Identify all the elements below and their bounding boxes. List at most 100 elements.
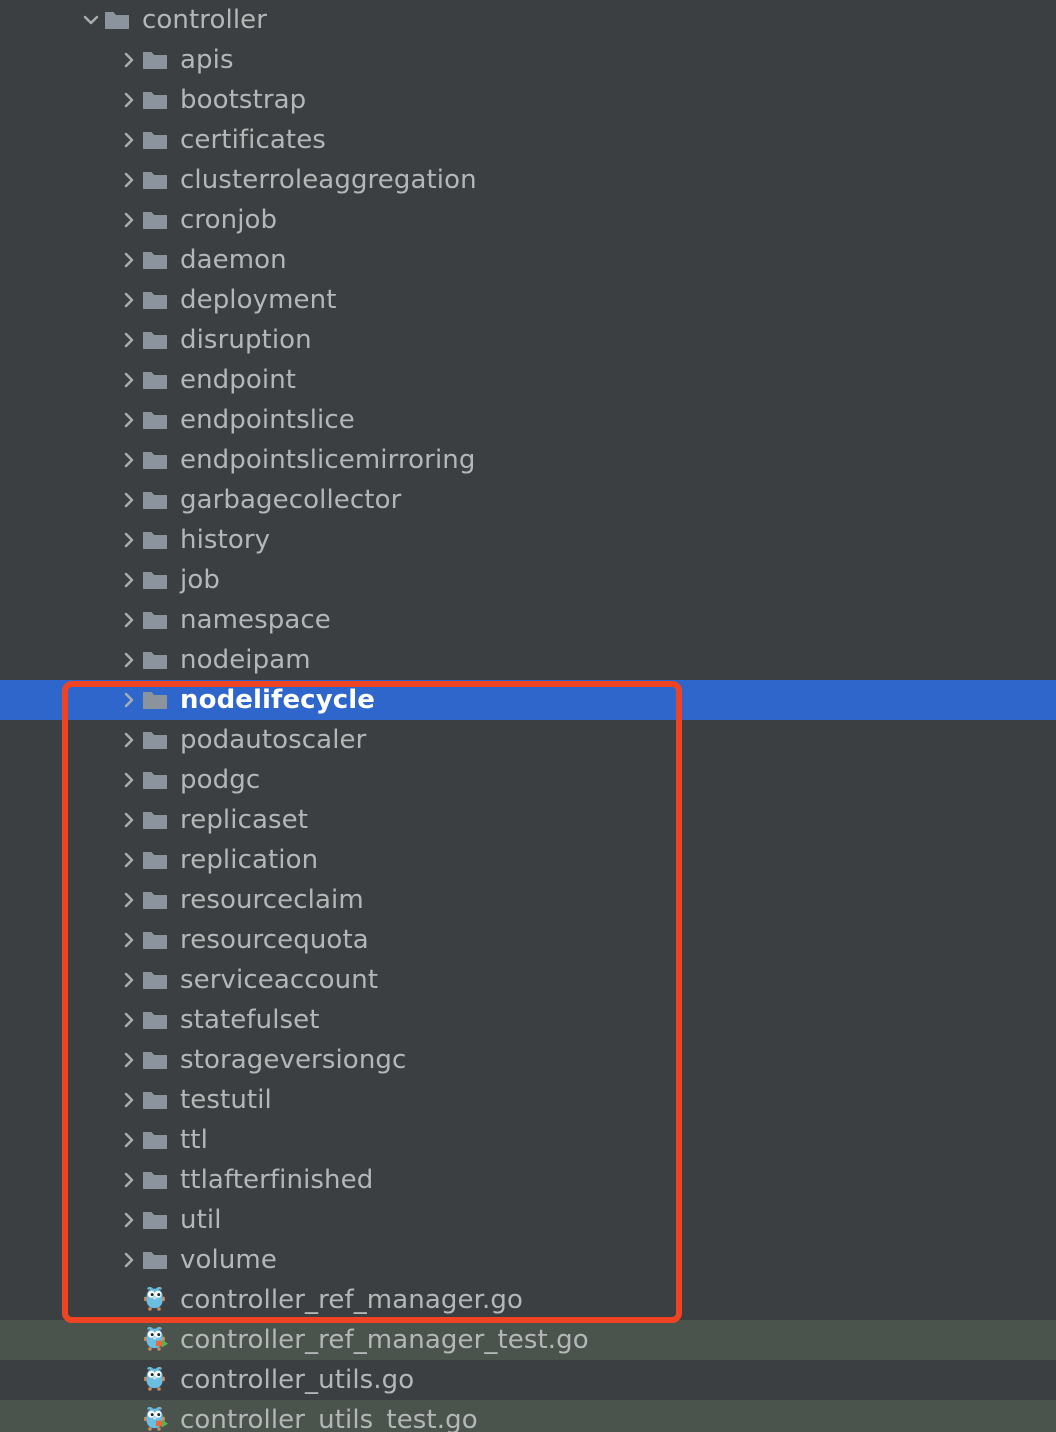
tree-row[interactable]: statefulset — [0, 1000, 1056, 1040]
tree-row[interactable]: podgc — [0, 760, 1056, 800]
chevron-right-icon[interactable] — [116, 80, 142, 120]
chevron-right-icon[interactable] — [116, 160, 142, 200]
tree-row[interactable]: controller_ref_manager.go — [0, 1280, 1056, 1320]
tree-row[interactable]: util — [0, 1200, 1056, 1240]
tree-row-label: controller_utils_test.go — [180, 1405, 478, 1432]
tree-row-label: storageversiongc — [180, 1045, 407, 1075]
tree-row[interactable]: endpointslicemirroring — [0, 440, 1056, 480]
chevron-down-icon[interactable] — [78, 0, 104, 40]
tree-row[interactable]: resourcequota — [0, 920, 1056, 960]
chevron-placeholder — [116, 1320, 142, 1360]
tree-row[interactable]: cronjob — [0, 200, 1056, 240]
folder-icon — [142, 80, 172, 120]
chevron-right-icon[interactable] — [116, 800, 142, 840]
tree-row[interactable]: controller_utils_test.go — [0, 1400, 1056, 1432]
tree-row[interactable]: volume — [0, 1240, 1056, 1280]
tree-row[interactable]: disruption — [0, 320, 1056, 360]
folder-icon — [142, 840, 172, 880]
chevron-right-icon[interactable] — [116, 840, 142, 880]
folder-icon — [142, 200, 172, 240]
chevron-right-icon[interactable] — [116, 40, 142, 80]
tree-row[interactable]: controller_utils.go — [0, 1360, 1056, 1400]
chevron-right-icon[interactable] — [116, 200, 142, 240]
tree-row-label: garbagecollector — [180, 485, 402, 515]
tree-row-label: history — [180, 525, 271, 555]
chevron-right-icon[interactable] — [116, 920, 142, 960]
chevron-right-icon[interactable] — [116, 240, 142, 280]
folder-icon — [142, 1000, 172, 1040]
tree-row-label: replicaset — [180, 805, 309, 835]
project-file-tree[interactable]: controller apis bootstrap certificates clust… — [0, 0, 1056, 1432]
tree-row-label: namespace — [180, 605, 331, 635]
tree-row[interactable]: bootstrap — [0, 80, 1056, 120]
chevron-right-icon[interactable] — [116, 1080, 142, 1120]
chevron-right-icon[interactable] — [116, 640, 142, 680]
chevron-right-icon[interactable] — [116, 1120, 142, 1160]
tree-row[interactable]: history — [0, 520, 1056, 560]
tree-row[interactable]: job — [0, 560, 1056, 600]
folder-icon — [142, 720, 172, 760]
tree-row[interactable]: daemon — [0, 240, 1056, 280]
tree-row-label: endpointslicemirroring — [180, 445, 476, 475]
tree-row[interactable]: apis — [0, 40, 1056, 80]
tree-row[interactable]: endpoint — [0, 360, 1056, 400]
folder-icon — [142, 600, 172, 640]
folder-icon — [142, 320, 172, 360]
tree-row[interactable]: endpointslice — [0, 400, 1056, 440]
tree-row[interactable]: replication — [0, 840, 1056, 880]
chevron-right-icon[interactable] — [116, 1040, 142, 1080]
tree-row-label: bootstrap — [180, 85, 307, 115]
tree-row[interactable]: ttl — [0, 1120, 1056, 1160]
tree-row[interactable]: controller_ref_manager_test.go — [0, 1320, 1056, 1360]
chevron-right-icon[interactable] — [116, 1240, 142, 1280]
chevron-right-icon[interactable] — [116, 1160, 142, 1200]
tree-row-label: controller_ref_manager.go — [180, 1285, 523, 1315]
tree-row[interactable]: testutil — [0, 1080, 1056, 1120]
tree-row-label: volume — [180, 1245, 277, 1275]
tree-row-label: ttlafterfinished — [180, 1165, 374, 1195]
tree-row[interactable]: controller — [0, 0, 1056, 40]
tree-row-label: serviceaccount — [180, 965, 379, 995]
chevron-right-icon[interactable] — [116, 680, 142, 720]
chevron-right-icon[interactable] — [116, 880, 142, 920]
chevron-right-icon[interactable] — [116, 760, 142, 800]
tree-row[interactable]: serviceaccount — [0, 960, 1056, 1000]
chevron-right-icon[interactable] — [116, 1200, 142, 1240]
tree-row[interactable]: deployment — [0, 280, 1056, 320]
chevron-right-icon[interactable] — [116, 520, 142, 560]
tree-row-label: util — [180, 1205, 222, 1235]
tree-row-label: resourcequota — [180, 925, 369, 955]
tree-row[interactable]: ttlafterfinished — [0, 1160, 1056, 1200]
tree-row-label: daemon — [180, 245, 287, 275]
chevron-right-icon[interactable] — [116, 440, 142, 480]
tree-row[interactable]: certificates — [0, 120, 1056, 160]
tree-row[interactable]: namespace — [0, 600, 1056, 640]
tree-row[interactable]: storageversiongc — [0, 1040, 1056, 1080]
tree-row[interactable]: podautoscaler — [0, 720, 1056, 760]
tree-row[interactable]: replicaset — [0, 800, 1056, 840]
chevron-right-icon[interactable] — [116, 280, 142, 320]
chevron-right-icon[interactable] — [116, 400, 142, 440]
tree-row[interactable]: nodeipam — [0, 640, 1056, 680]
tree-row[interactable]: garbagecollector — [0, 480, 1056, 520]
tree-row-label: certificates — [180, 125, 326, 155]
chevron-right-icon[interactable] — [116, 320, 142, 360]
tree-row[interactable]: clusterroleaggregation — [0, 160, 1056, 200]
folder-icon — [142, 120, 172, 160]
folder-icon — [142, 1040, 172, 1080]
chevron-right-icon[interactable] — [116, 480, 142, 520]
chevron-right-icon[interactable] — [116, 720, 142, 760]
folder-icon — [142, 440, 172, 480]
chevron-right-icon[interactable] — [116, 120, 142, 160]
folder-icon — [142, 640, 172, 680]
folder-icon — [142, 40, 172, 80]
chevron-right-icon[interactable] — [116, 600, 142, 640]
chevron-right-icon[interactable] — [116, 560, 142, 600]
chevron-right-icon[interactable] — [116, 1000, 142, 1040]
folder-icon — [142, 1200, 172, 1240]
tree-row[interactable]: resourceclaim — [0, 880, 1056, 920]
tree-row-label: podgc — [180, 765, 261, 795]
chevron-right-icon[interactable] — [116, 960, 142, 1000]
chevron-right-icon[interactable] — [116, 360, 142, 400]
tree-row[interactable]: nodelifecycle — [0, 680, 1056, 720]
